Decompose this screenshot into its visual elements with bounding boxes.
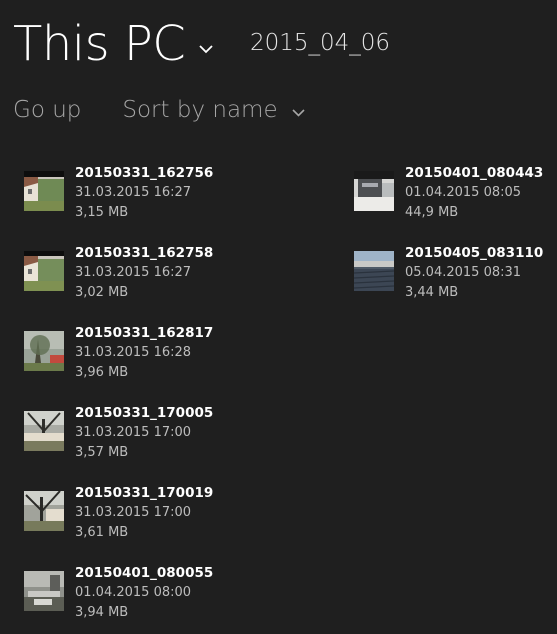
thumbnail-image — [354, 171, 394, 211]
file-meta: 20150401_080055 01.04.2015 08:00 3,94 MB — [75, 563, 213, 623]
file-meta: 20150331_170005 31.03.2015 17:00 3,57 MB — [75, 403, 213, 463]
file-item[interactable]: 20150331_170019 31.03.2015 17:00 3,61 MB — [24, 483, 324, 547]
file-name: 20150331_170019 — [75, 485, 214, 501]
thumbnail-image — [24, 571, 64, 611]
location-title[interactable]: This PC — [13, 12, 186, 76]
file-date: 01.04.2015 08:00 — [75, 585, 192, 600]
file-size: 44,9 MB — [405, 205, 459, 220]
file-item[interactable]: 20150401_080443 01.04.2015 08:05 44,9 MB — [354, 163, 554, 227]
file-name: 20150401_080443 — [405, 165, 544, 181]
file-size: 3,96 MB — [75, 365, 129, 380]
file-item[interactable]: 20150331_162756 31.03.2015 16:27 3,15 MB — [24, 163, 324, 227]
file-size: 3,15 MB — [75, 205, 129, 220]
file-date: 31.03.2015 16:27 — [75, 185, 192, 200]
chevron-down-icon[interactable] — [197, 40, 215, 58]
file-meta: 20150331_162756 31.03.2015 16:27 3,15 MB — [75, 163, 213, 223]
file-name: 20150331_170005 — [75, 405, 214, 421]
file-size: 3,94 MB — [75, 605, 129, 620]
file-date: 31.03.2015 17:00 — [75, 505, 192, 520]
file-item[interactable]: 20150331_162758 31.03.2015 16:27 3,02 MB — [24, 243, 324, 307]
file-name: 20150331_162817 — [75, 325, 214, 341]
file-size: 3,57 MB — [75, 445, 129, 460]
file-item[interactable]: 20150405_083110 05.04.2015 08:31 3,44 MB — [354, 243, 554, 307]
file-name: 20150401_080055 — [75, 565, 214, 581]
thumbnail-image — [24, 251, 64, 291]
file-item[interactable]: 20150331_170005 31.03.2015 17:00 3,57 MB — [24, 403, 324, 467]
file-size: 3,02 MB — [75, 285, 129, 300]
thumbnail-image — [354, 251, 394, 291]
file-name: 20150331_162756 — [75, 165, 214, 181]
file-item[interactable]: 20150401_080055 01.04.2015 08:00 3,94 MB — [24, 563, 324, 627]
thumbnail-image — [24, 411, 64, 451]
file-date: 01.04.2015 08:05 — [405, 185, 522, 200]
go-up-button[interactable]: Go up — [13, 97, 81, 123]
file-size: 3,61 MB — [75, 525, 129, 540]
file-name: 20150405_083110 — [405, 245, 544, 261]
file-size: 3,44 MB — [405, 285, 459, 300]
sort-button[interactable]: Sort by name — [122, 97, 306, 123]
file-name: 20150331_162758 — [75, 245, 214, 261]
file-meta: 20150331_162817 31.03.2015 16:28 3,96 MB — [75, 323, 213, 383]
file-date: 05.04.2015 08:31 — [405, 265, 522, 280]
file-date: 31.03.2015 16:27 — [75, 265, 192, 280]
file-meta: 20150331_170019 31.03.2015 17:00 3,61 MB — [75, 483, 213, 543]
file-meta: 20150405_083110 05.04.2015 08:31 3,44 MB — [405, 243, 543, 303]
thumbnail-image — [24, 171, 64, 211]
file-meta: 20150331_162758 31.03.2015 16:27 3,02 MB — [75, 243, 213, 303]
thumbnail-image — [24, 491, 64, 531]
thumbnail-image — [24, 331, 64, 371]
file-meta: 20150401_080443 01.04.2015 08:05 44,9 MB — [405, 163, 543, 223]
file-item[interactable]: 20150331_162817 31.03.2015 16:28 3,96 MB — [24, 323, 324, 387]
header: This PC — [13, 6, 215, 76]
folder-name: 2015_04_06 — [250, 30, 391, 56]
file-date: 31.03.2015 16:28 — [75, 345, 192, 360]
file-date: 31.03.2015 17:00 — [75, 425, 192, 440]
chevron-down-icon — [292, 108, 305, 117]
toolbar: Go up Sort by name — [13, 92, 307, 128]
sort-label: Sort by name — [122, 97, 278, 123]
